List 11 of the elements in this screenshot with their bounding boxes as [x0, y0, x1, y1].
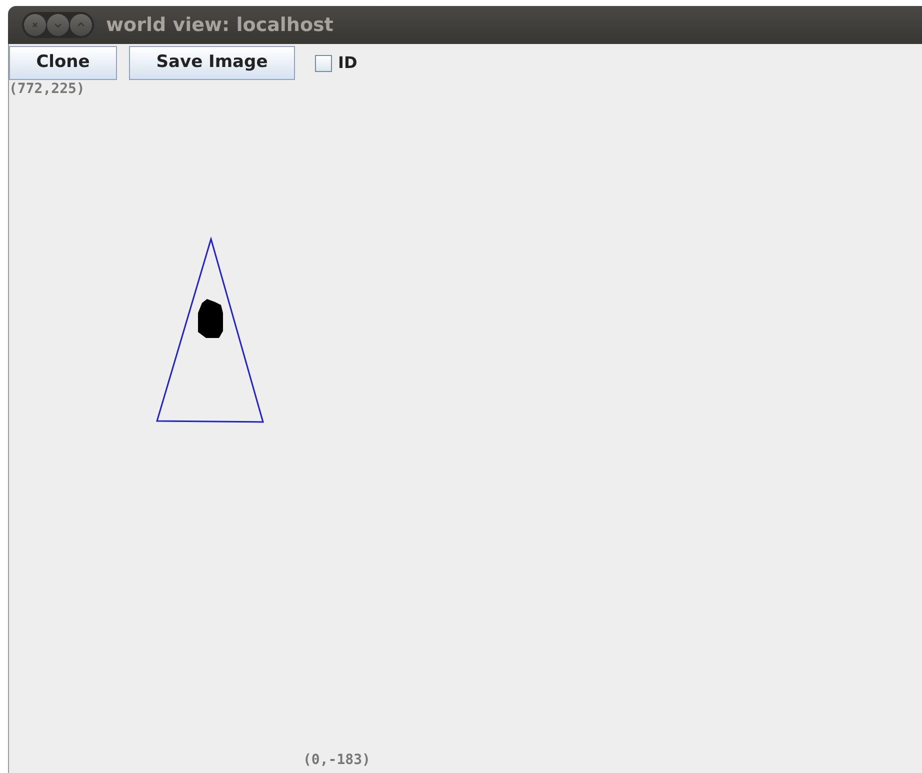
id-checkbox-label: ID [338, 52, 358, 74]
save-image-button[interactable]: Save Image [129, 46, 295, 80]
close-icon [30, 20, 40, 30]
clone-button[interactable]: Clone [9, 46, 117, 80]
coordinate-label: (772,225) [9, 80, 85, 98]
minimize-button[interactable] [47, 14, 69, 36]
coordinate-label: (0,-183) [303, 751, 370, 769]
window-title: world view: localhost [106, 12, 334, 38]
close-button[interactable] [24, 14, 46, 36]
maximize-button[interactable] [70, 14, 92, 36]
id-checkbox[interactable] [315, 54, 332, 72]
